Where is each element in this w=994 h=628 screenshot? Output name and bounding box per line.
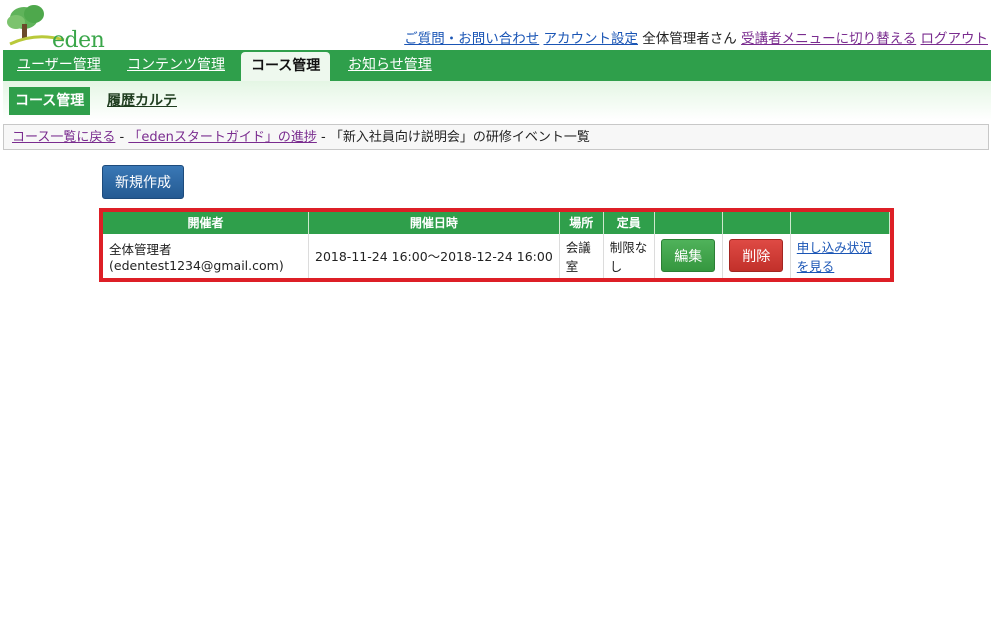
contact-link[interactable]: ご質問・お問い合わせ [404, 31, 539, 47]
switch-to-learner-link[interactable]: 受講者メニューに切り替える [741, 31, 916, 47]
header-place: 場所 [559, 212, 604, 234]
header-capacity: 定員 [603, 212, 655, 234]
main-nav: ユーザー管理 コンテンツ管理 コース管理 お知らせ管理 [3, 50, 991, 81]
sub-nav: コース管理 履歴カルテ [3, 81, 991, 120]
table-header-row: 開催者 開催日時 場所 定員 [103, 212, 891, 234]
logout-link[interactable]: ログアウト [921, 31, 989, 47]
header-links: ご質問・お問い合わせ アカウント設定 全体管理者さん 受講者メニューに切り替える… [404, 27, 988, 47]
tab-user-management[interactable]: ユーザー管理 [17, 50, 101, 81]
place-cell: 会議室 [559, 233, 604, 278]
create-new-button[interactable]: 新規作成 [102, 165, 184, 199]
capacity-cell: 制限なし [603, 233, 655, 278]
events-table: 開催者 開催日時 場所 定員 全体管理者 (edentest1234@gmail… [103, 212, 891, 278]
course-progress-link[interactable]: 「edenスタートガイド」の進捗 [128, 130, 317, 145]
breadcrumb-separator: - [320, 130, 326, 145]
datetime-cell: 2018-11-24 16:00～2018-12-24 16:00 [308, 233, 560, 278]
subtab-course-management[interactable]: コース管理 [9, 87, 91, 115]
delete-button[interactable]: 削除 [729, 239, 784, 273]
view-application-status-link[interactable]: 申し込み状況を見る [797, 240, 872, 274]
user-name: 全体管理者さん [642, 31, 737, 47]
tab-news-management[interactable]: お知らせ管理 [348, 50, 432, 81]
status-cell: 申し込み状況を見る [790, 234, 889, 278]
subtab-history-record[interactable]: 履歴カルテ [107, 87, 177, 115]
organizer-cell: 全体管理者 (edentest1234@gmail.com) [103, 233, 309, 278]
breadcrumb-separator: - [119, 130, 125, 145]
events-table-container: 開催者 開催日時 場所 定員 全体管理者 (edentest1234@gmail… [99, 208, 894, 282]
edit-cell: 編集 [654, 233, 723, 278]
back-to-course-list-link[interactable]: コース一覧に戻る [12, 130, 115, 145]
header-edit [654, 212, 723, 234]
delete-cell: 削除 [722, 233, 791, 278]
tab-course-management[interactable]: コース管理 [241, 52, 331, 81]
tab-content-management[interactable]: コンテンツ管理 [127, 50, 225, 81]
header-status [790, 212, 891, 234]
breadcrumb: コース一覧に戻る - 「edenスタートガイド」の進捗 - 「新入社員向け説明会… [3, 124, 989, 150]
account-settings-link[interactable]: アカウント設定 [544, 31, 639, 47]
eden-logo[interactable]: eden [6, 4, 105, 53]
breadcrumb-current: 「新入社員向け説明会」の研修イベント一覧 [329, 130, 590, 145]
header-organizer: 開催者 [103, 212, 309, 234]
organizer-email: (edentest1234@gmail.com) [109, 257, 284, 273]
header-datetime: 開催日時 [308, 212, 560, 234]
organizer-name: 全体管理者 [109, 241, 172, 257]
edit-button[interactable]: 編集 [661, 239, 716, 273]
table-row: 全体管理者 (edentest1234@gmail.com) 2018-11-2… [103, 233, 890, 278]
header-delete [722, 212, 791, 234]
